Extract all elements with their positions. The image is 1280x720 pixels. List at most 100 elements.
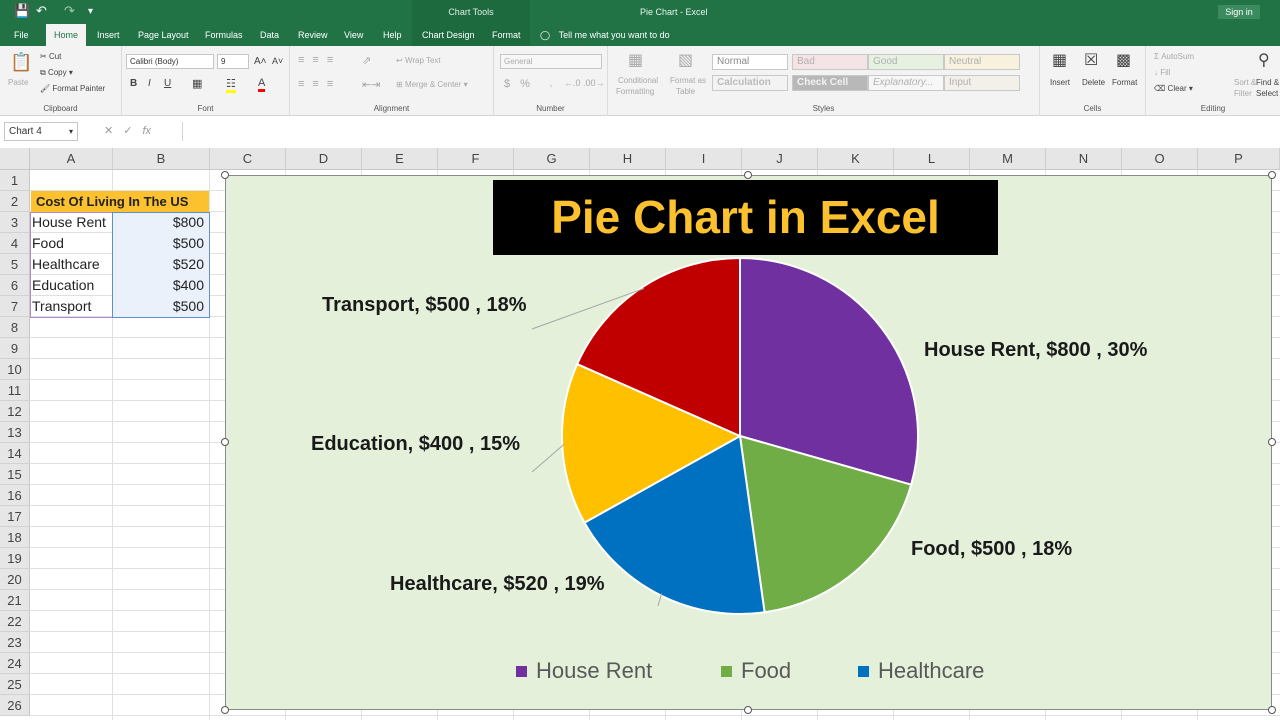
data-label-transport[interactable]: Transport, $500 , 18% [322,294,527,317]
resize-handle[interactable] [221,171,229,179]
row-header-23[interactable]: 23 [0,632,30,653]
underline-icon[interactable]: U [164,78,171,89]
row-header-1[interactable]: 1 [0,170,30,191]
data-label-healthcare[interactable]: Healthcare, $520 , 19% [390,573,605,596]
style-calculation[interactable]: Calculation [712,75,788,91]
row-header-6[interactable]: 6 [0,275,30,296]
resize-handle[interactable] [744,706,752,714]
name-box[interactable]: Chart 4 ▾ [4,122,78,141]
autosum-button[interactable]: Σ AutoSum [1154,52,1194,61]
row-header-9[interactable]: 9 [0,338,30,359]
legend-item-house-rent[interactable]: House Rent [516,658,652,684]
orientation-icon[interactable]: ⇗ [362,54,371,67]
row-header-7[interactable]: 7 [0,296,30,317]
resize-handle[interactable] [1268,171,1276,179]
row-header-21[interactable]: 21 [0,590,30,611]
conditional-formatting-label[interactable]: Conditional [618,76,658,85]
column-header-d[interactable]: D [286,148,362,170]
font-color-icon[interactable]: A [258,77,266,92]
customize-toolbar-icon[interactable]: ▾ [88,6,93,17]
column-header-p[interactable]: P [1198,148,1280,170]
number-format-select[interactable]: General [500,54,602,69]
row-header-16[interactable]: 16 [0,485,30,506]
delete-cells-button[interactable]: Delete [1082,78,1105,87]
row-header-14[interactable]: 14 [0,443,30,464]
sort-filter-label[interactable]: Sort & [1234,78,1256,87]
tell-me-search[interactable]: ◯ Tell me what you want to do [540,24,670,46]
style-explanatory[interactable]: Explanatory... [868,75,944,91]
comma-style-icon[interactable]: ‚ [550,78,552,88]
resize-handle[interactable] [221,438,229,446]
column-header-f[interactable]: F [438,148,514,170]
format-as-table-icon[interactable]: ▧ [678,50,693,70]
style-neutral[interactable]: Neutral [944,54,1020,70]
column-header-l[interactable]: L [894,148,970,170]
bold-icon[interactable]: B [130,78,137,89]
borders-icon[interactable]: ▦ [192,77,202,90]
data-label-house-rent[interactable]: House Rent, $800 , 30% [924,339,1147,362]
style-bad[interactable]: Bad [792,54,868,70]
row-header-3[interactable]: 3 [0,212,30,233]
column-header-a[interactable]: A [30,148,113,170]
format-painter-button[interactable]: 🖌 Format Painter [40,84,105,93]
decimal-icons[interactable]: ←.0 .00→ [564,78,605,88]
currency-percent-icons[interactable]: $% [504,78,540,90]
horizontal-align-icons[interactable]: ≡≡≡ [298,78,341,90]
data-label-food[interactable]: Food, $500 , 18% [911,538,1072,561]
row-header-2[interactable]: 2 [0,191,30,212]
format-as-table-label[interactable]: Format as [670,76,706,85]
tab-page-layout[interactable]: Page Layout [132,24,195,46]
legend-item-healthcare[interactable]: Healthcare [858,658,984,684]
column-header-j[interactable]: J [742,148,818,170]
row-header-5[interactable]: 5 [0,254,30,275]
row-header-12[interactable]: 12 [0,401,30,422]
sort-filter-sub[interactable]: Filter [1234,89,1252,98]
format-as-table-sub[interactable]: Table [676,87,695,96]
column-header-e[interactable]: E [362,148,438,170]
tab-view[interactable]: View [338,24,369,46]
column-header-b[interactable]: B [113,148,210,170]
copy-button[interactable]: ⧉ Copy ▾ [40,68,73,78]
style-good[interactable]: Good [868,54,944,70]
style-normal[interactable]: Normal [712,54,788,70]
row-header-13[interactable]: 13 [0,422,30,443]
tab-review[interactable]: Review [292,24,334,46]
grow-font-icon[interactable]: A˄ [254,56,267,67]
paste-button[interactable]: Paste [8,78,28,87]
sign-in-button[interactable]: Sign in [1218,5,1260,19]
row-header-20[interactable]: 20 [0,569,30,590]
fill-color-icon[interactable]: ☷ [226,77,236,93]
font-size-select[interactable]: 9 [217,54,249,69]
cancel-icon[interactable]: ✕ [104,125,123,137]
column-header-o[interactable]: O [1122,148,1198,170]
chart-title[interactable]: Pie Chart in Excel [493,180,998,255]
undo-icon[interactable]: ↶ [36,3,47,19]
row-header-11[interactable]: 11 [0,380,30,401]
vertical-align-icons[interactable]: ≡≡≡ [298,54,341,66]
enter-icon[interactable]: ✓ [123,125,142,137]
format-cells-button[interactable]: Format [1112,78,1137,87]
style-input[interactable]: Input [944,75,1020,91]
merge-center-button[interactable]: ⊞ Merge & Center ▾ [396,80,468,89]
tab-home[interactable]: Home [46,24,86,46]
row-header-25[interactable]: 25 [0,674,30,695]
column-header-k[interactable]: K [818,148,894,170]
column-header-n[interactable]: N [1046,148,1122,170]
conditional-formatting-icon[interactable]: ▦ [628,50,643,70]
paste-icon[interactable]: 📋 [10,52,32,73]
column-header-g[interactable]: G [514,148,590,170]
tab-data[interactable]: Data [254,24,285,46]
data-label-education[interactable]: Education, $400 , 15% [311,433,520,456]
tab-chart-design[interactable]: Chart Design [416,24,481,46]
row-header-18[interactable]: 18 [0,527,30,548]
find-select-label[interactable]: Find & [1256,78,1279,87]
resize-handle[interactable] [744,171,752,179]
row-header-26[interactable]: 26 [0,695,30,716]
row-header-24[interactable]: 24 [0,653,30,674]
formula-input[interactable] [182,122,1280,141]
tab-formulas[interactable]: Formulas [199,24,249,46]
tab-file[interactable]: File [8,24,35,46]
table-header-cell[interactable]: Cost Of Living In The US [31,191,209,212]
delete-cells-icon[interactable]: ☒ [1084,50,1098,70]
find-icon[interactable]: ⚲ [1258,50,1270,70]
